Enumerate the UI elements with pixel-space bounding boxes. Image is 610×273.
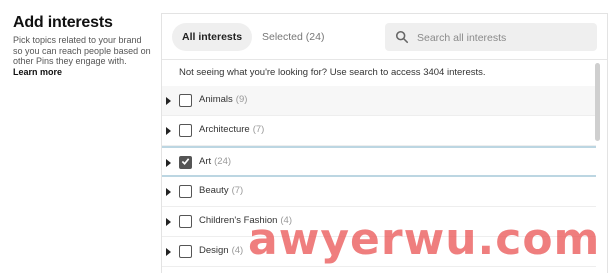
expand-caret-icon[interactable] [166, 188, 171, 196]
intro-description: Pick topics related to your brand so you… [13, 35, 151, 66]
expand-caret-icon[interactable] [166, 218, 171, 226]
intro-title: Add interests [13, 14, 113, 31]
interest-row[interactable]: Architecture (7) [162, 116, 596, 146]
interest-label: Art (24) [199, 156, 231, 167]
interest-checkbox[interactable] [179, 245, 192, 258]
interest-name: Children's Fashion [199, 215, 278, 226]
interest-label: Children's Fashion (4) [199, 215, 292, 226]
checkmark-icon [181, 158, 190, 165]
expand-caret-icon[interactable] [166, 159, 171, 167]
interest-count: (7) [231, 185, 244, 196]
interest-checkbox[interactable] [179, 94, 192, 107]
interest-row[interactable]: Children's Fashion (4) [162, 207, 596, 237]
interest-count: (24) [214, 156, 232, 167]
intro-section: Add interests Pick topics related to you… [13, 14, 153, 77]
interest-row[interactable]: Art (24) [162, 146, 596, 177]
interest-checkbox[interactable] [179, 215, 192, 228]
interest-label: Beauty (7) [199, 185, 243, 196]
tab-all-interests[interactable]: All interests [172, 23, 253, 51]
interest-name: Beauty [199, 185, 229, 196]
scrollbar-thumb[interactable] [595, 63, 600, 141]
interest-label: Architecture (7) [199, 124, 264, 135]
interest-count: (9) [235, 94, 248, 105]
interests-panel: All interests Selected (24) Not seeing w… [161, 13, 608, 273]
interest-list: Animals (9) Architecture (7) Art (24) Beauty (7… [162, 86, 596, 267]
interest-label: Design (4) [199, 245, 243, 256]
interest-count: (7) [252, 124, 265, 135]
interest-checkbox[interactable] [179, 185, 192, 198]
interest-count: (4) [280, 215, 293, 226]
search-input[interactable] [415, 23, 594, 53]
interests-toolbar: All interests Selected (24) [162, 14, 607, 58]
interest-row[interactable]: Animals (9) [162, 86, 596, 116]
interest-checkbox[interactable] [179, 124, 192, 137]
expand-caret-icon[interactable] [166, 248, 171, 256]
expand-caret-icon[interactable] [166, 97, 171, 105]
interest-name: Art [199, 156, 212, 167]
search-hint: Not seeing what you're looking for? Use … [179, 67, 486, 78]
interest-name: Design [199, 245, 229, 256]
interest-label: Animals (9) [199, 94, 247, 105]
scrollbar[interactable] [595, 61, 601, 273]
search-icon [395, 30, 409, 44]
tab-selected[interactable]: Selected (24) [252, 23, 334, 51]
learn-more-link[interactable]: Learn more [13, 67, 153, 77]
search-box[interactable] [385, 23, 597, 53]
toolbar-divider [162, 59, 607, 60]
interest-count: (4) [231, 245, 244, 256]
interest-checkbox[interactable] [179, 156, 192, 169]
interest-name: Animals [199, 94, 233, 105]
interest-row[interactable]: Beauty (7) [162, 177, 596, 207]
expand-caret-icon[interactable] [166, 127, 171, 135]
interest-name: Architecture [199, 124, 250, 135]
interest-row[interactable]: Design (4) [162, 237, 596, 267]
